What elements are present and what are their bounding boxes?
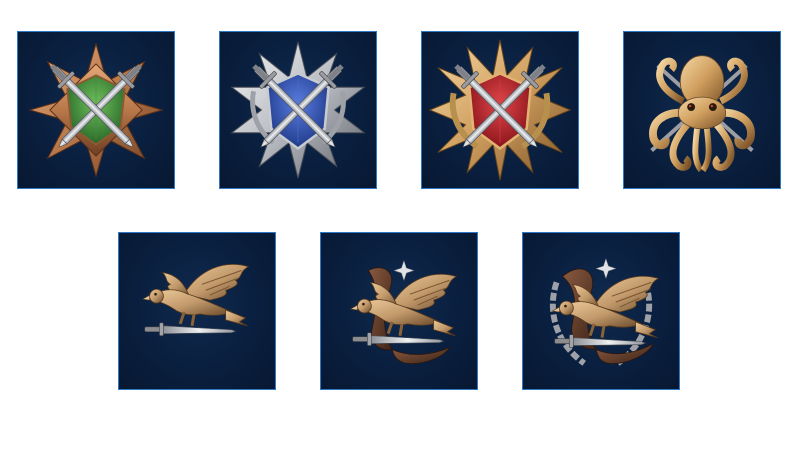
- medal-swords-gold[interactable]: [421, 31, 579, 189]
- crossed-swords-silver-star-icon: [230, 41, 366, 179]
- crossed-swords-gold-star-icon: [428, 39, 572, 181]
- crossed-swords-bronze-star-icon: [28, 42, 164, 178]
- kraken-octopus-icon: [649, 55, 755, 173]
- medal-swords-silver[interactable]: [219, 31, 377, 189]
- medal-eagle-ribbon[interactable]: [320, 232, 478, 390]
- medal-gallery: { "medals": [ {"id": "swords-bronze", "i…: [0, 0, 800, 450]
- medal-eagle-dagger[interactable]: [118, 232, 276, 390]
- medal-kraken[interactable]: [623, 31, 781, 189]
- medal-eagle-wreath[interactable]: [522, 232, 680, 390]
- eagle-dagger-icon: [141, 262, 250, 336]
- eagle-wreath-star-icon: [549, 258, 660, 366]
- eagle-ribbon-star-icon: [349, 260, 458, 365]
- medal-swords-bronze[interactable]: [17, 31, 175, 189]
